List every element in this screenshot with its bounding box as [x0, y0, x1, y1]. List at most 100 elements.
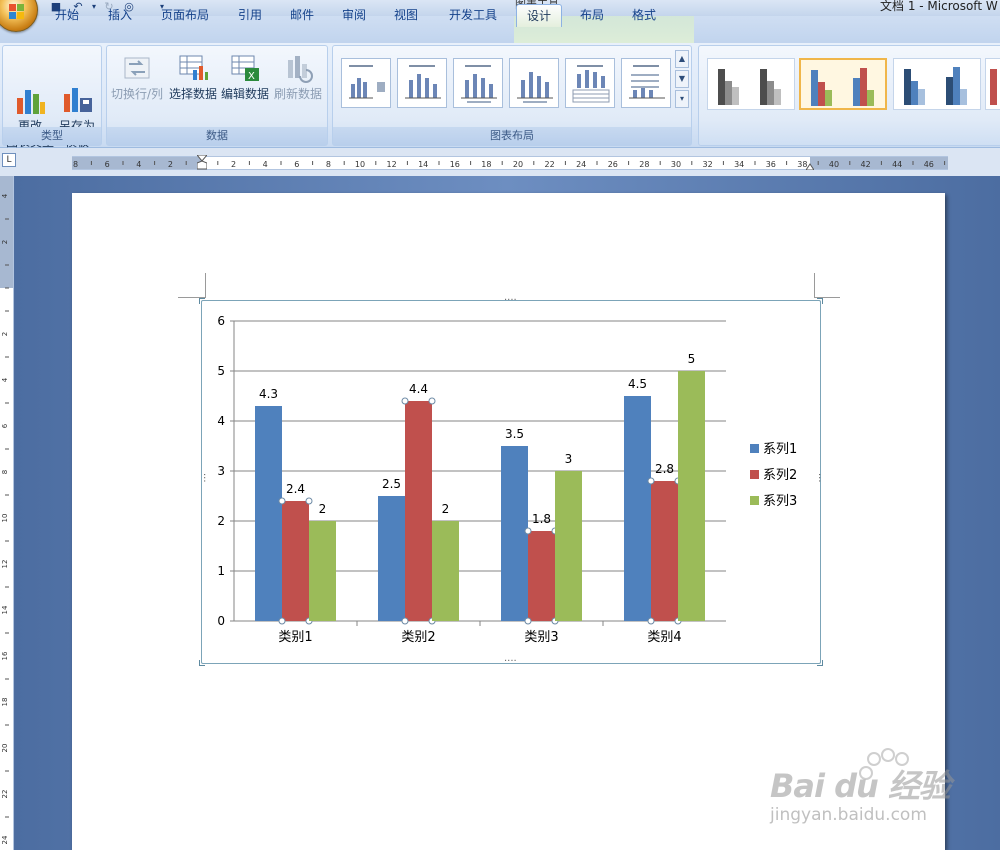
vruler-number: 4: [1, 377, 9, 382]
chart-corner-tr[interactable]: [817, 298, 823, 304]
chart-corner-tl[interactable]: [199, 298, 205, 304]
bar-系列1-类别4[interactable]: [624, 396, 651, 621]
y-tick-label: 4: [217, 414, 225, 428]
tab-format[interactable]: 格式: [620, 4, 668, 27]
chart-layout-4[interactable]: [509, 58, 559, 108]
data-label: 4.3: [259, 387, 278, 401]
chart-style-3[interactable]: [893, 58, 981, 110]
bar-系列2-类别2[interactable]: [405, 401, 432, 621]
series-selection-handle[interactable]: [524, 617, 532, 625]
bar-系列3-类别2[interactable]: [432, 521, 459, 621]
chart-corner-bl[interactable]: [199, 660, 205, 666]
bar-系列1-类别1[interactable]: [255, 406, 282, 621]
ruler-number: 6: [105, 160, 110, 169]
bar-系列3-类别3[interactable]: [555, 471, 582, 621]
series-selection-handle[interactable]: [278, 497, 286, 505]
chart-corner-br[interactable]: [817, 660, 823, 666]
chart-layout-6[interactable]: [621, 58, 671, 108]
tab-page-layout[interactable]: 页面布局: [152, 4, 218, 27]
switch-row-column-label: 切换行/列: [110, 87, 164, 101]
bar-系列1-类别3[interactable]: [501, 446, 528, 621]
tab-references[interactable]: 引用: [226, 4, 274, 27]
vruler-number: 8: [1, 470, 9, 474]
bar-系列3-类别4[interactable]: [678, 371, 705, 621]
bar-系列2-类别4[interactable]: [651, 481, 678, 621]
series-selection-handle[interactable]: [647, 617, 655, 625]
ruler-number: 16: [450, 160, 460, 169]
bar-系列2-类别3[interactable]: [528, 531, 555, 621]
select-data-button[interactable]: 选择数据: [167, 52, 219, 102]
data-label: 1.8: [532, 512, 551, 526]
series-selection-handle[interactable]: [401, 397, 409, 405]
ruler-number: 2: [231, 160, 236, 169]
legend-entry[interactable]: 系列1: [763, 442, 797, 457]
category-label: 类别1: [278, 630, 312, 645]
chart-style-2[interactable]: [799, 58, 887, 110]
category-label: 类别4: [647, 630, 681, 645]
vertical-ruler[interactable]: 4 2 2 4 6 8 10 12 14 16 18 20 22 24: [0, 176, 14, 850]
y-tick-label: 5: [217, 364, 225, 378]
tab-insert[interactable]: 插入: [96, 4, 144, 27]
tab-home[interactable]: 开始: [43, 4, 91, 27]
refresh-data-button[interactable]: 刷新数据: [271, 52, 325, 102]
tab-layout[interactable]: 布局: [568, 4, 616, 27]
data-label: 3.5: [505, 427, 524, 441]
bar-系列1-类别2[interactable]: [378, 496, 405, 621]
data-label: 2: [442, 502, 450, 516]
layouts-scroll-up[interactable]: ▲: [675, 50, 689, 68]
switch-row-column-button[interactable]: 切换行/列: [109, 52, 165, 102]
tab-design[interactable]: 设计: [516, 4, 562, 27]
tab-view[interactable]: 视图: [382, 4, 430, 27]
chart-svg: 0 1 2 3 4 5 6 4.3 2.4 2 类别1 2.5 4.4 2 类别2 3.5 1.8 3 类别3 4.5…: [217, 314, 797, 645]
ruler-number: 26: [608, 160, 618, 169]
margin-mark-tl-v: [205, 273, 206, 297]
tab-mailings[interactable]: 邮件: [278, 4, 326, 27]
tab-review[interactable]: 审阅: [330, 4, 378, 27]
chart-layout-5[interactable]: [565, 58, 615, 108]
legend-entry[interactable]: 系列2: [763, 468, 797, 483]
tab-developer[interactable]: 开发工具: [440, 4, 506, 27]
right-indent-marker-icon[interactable]: [805, 159, 815, 171]
ruler-number: 30: [671, 160, 681, 169]
type-group-label: 类型: [3, 127, 101, 145]
chart-resize-left-handle[interactable]: ···: [198, 473, 209, 483]
chart-layout-2[interactable]: [397, 58, 447, 108]
bar-系列2-类别1[interactable]: [282, 501, 309, 621]
data-label: 2.4: [286, 482, 305, 496]
horizontal-ruler[interactable]: 8 6 4 2 2 4 6 8 10 12 14 16 18 20 22 24 26 28 30 32 34 36 38 40…: [72, 154, 948, 171]
ribbon: 更改 图表类型 另存为 模板 类型 切换行/列 选择数据 X: [0, 43, 1000, 149]
ruler-number: 4: [263, 160, 268, 169]
ruler-number: 20: [513, 160, 523, 169]
edit-data-button[interactable]: X 编辑数据: [219, 52, 271, 102]
ruler-number: 36: [766, 160, 776, 169]
ruler-number: 44: [892, 160, 902, 169]
indent-marker-icon[interactable]: [195, 154, 209, 170]
chart-layout-1[interactable]: [341, 58, 391, 108]
category-label: 类别2: [401, 630, 435, 645]
refresh-data-icon: [282, 52, 314, 84]
series-selection-handle[interactable]: [278, 617, 286, 625]
bar-系列3-类别1[interactable]: [309, 521, 336, 621]
series-selection-handle[interactable]: [305, 497, 313, 505]
legend-swatch: [750, 444, 759, 453]
tab-selector[interactable]: L: [2, 153, 16, 167]
series-selection-handle[interactable]: [524, 527, 532, 535]
series-selection-handle[interactable]: [647, 477, 655, 485]
chart-resize-bottom-handle[interactable]: ····: [504, 657, 517, 667]
chart-object[interactable]: ···· ···· ··· ··· 0 1 2 3 4 5 6 4.3 2.4 2 类别1 2.5 4.…: [198, 296, 824, 667]
chart-resize-top-handle[interactable]: ····: [504, 296, 517, 306]
chart-styles-group: [698, 45, 1000, 146]
chart-style-4[interactable]: [985, 58, 1000, 110]
legend-entry[interactable]: 系列3: [763, 494, 797, 509]
series-selection-handle[interactable]: [401, 617, 409, 625]
chart-layout-3[interactable]: [453, 58, 503, 108]
layouts-scroll-down[interactable]: ▼: [675, 70, 689, 88]
window-title: 文档 1 - Microsoft W: [880, 0, 998, 13]
baidu-watermark: Bai du 经验 jingyan.baidu.com: [768, 745, 951, 835]
chart-style-1[interactable]: [707, 58, 795, 110]
layouts-more[interactable]: ▾: [675, 90, 689, 108]
margin-mark-tr-v: [814, 273, 815, 297]
edit-data-icon: X: [229, 52, 261, 84]
series-selection-handle[interactable]: [428, 397, 436, 405]
chart-resize-right-handle[interactable]: ···: [813, 473, 824, 483]
